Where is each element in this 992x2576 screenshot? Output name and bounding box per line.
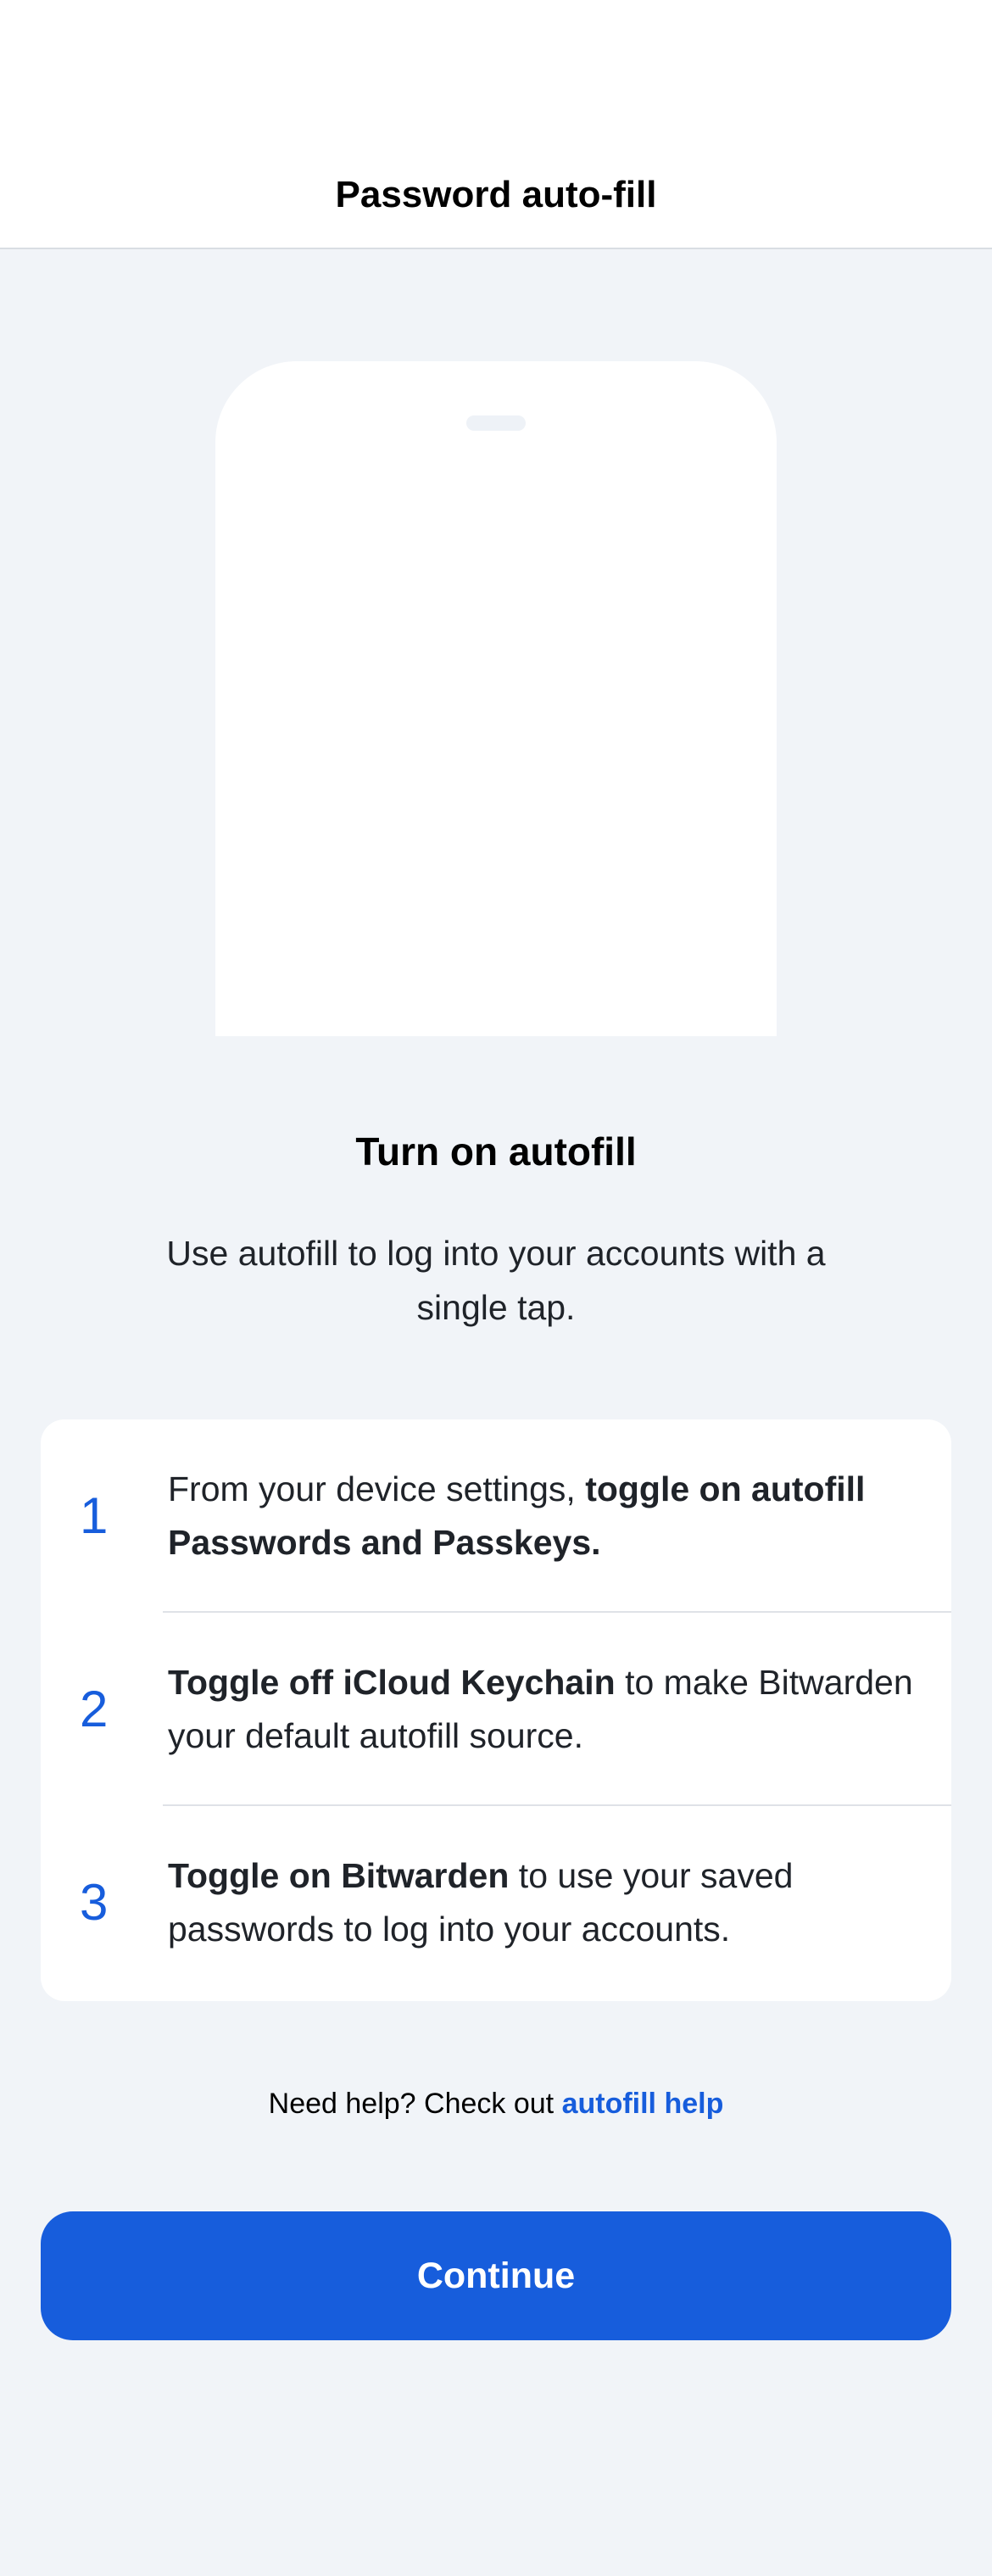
nav-header: Password auto-fill: [0, 0, 992, 249]
continue-button[interactable]: Continue: [41, 2211, 951, 2340]
steps-card: 1 From your device settings, toggle on a…: [41, 1419, 951, 2001]
step-number: 1: [80, 1487, 109, 1544]
hero-subtitle: Use autofill to log into your accounts w…: [166, 1234, 826, 1327]
autofill-help-link[interactable]: autofill help: [562, 2088, 724, 2120]
step-item-1: 1 From your device settings, toggle on a…: [41, 1419, 951, 1613]
step-item-2: 2 Toggle off iCloud Keychain to make Bit…: [41, 1613, 951, 1806]
step-number: 2: [80, 1681, 109, 1737]
step-text: Toggle off iCloud Keychain to make Bitwa…: [168, 1613, 917, 1806]
step-text-bold: Toggle off iCloud Keychain: [168, 1663, 616, 1702]
page-title: Password auto-fill: [335, 174, 657, 215]
phone-illustration: [215, 361, 777, 1036]
step-text: Toggle on Bitwarden to use your saved pa…: [168, 1806, 917, 1999]
step-number: 3: [80, 1874, 109, 1931]
help-text: Need help? Check out autofill help: [0, 2083, 992, 2125]
step-text-bold: Toggle on Bitwarden: [168, 1856, 510, 1895]
step-text: From your device settings, toggle on aut…: [168, 1419, 917, 1613]
hero-title: Turn on autofill: [355, 1129, 637, 1174]
phone-speaker-notch: [466, 415, 526, 431]
help-prefix: Need help? Check out: [268, 2088, 562, 2120]
step-text-pre: From your device settings,: [168, 1469, 586, 1508]
step-item-3: 3 Toggle on Bitwarden to use your saved …: [41, 1806, 951, 1999]
